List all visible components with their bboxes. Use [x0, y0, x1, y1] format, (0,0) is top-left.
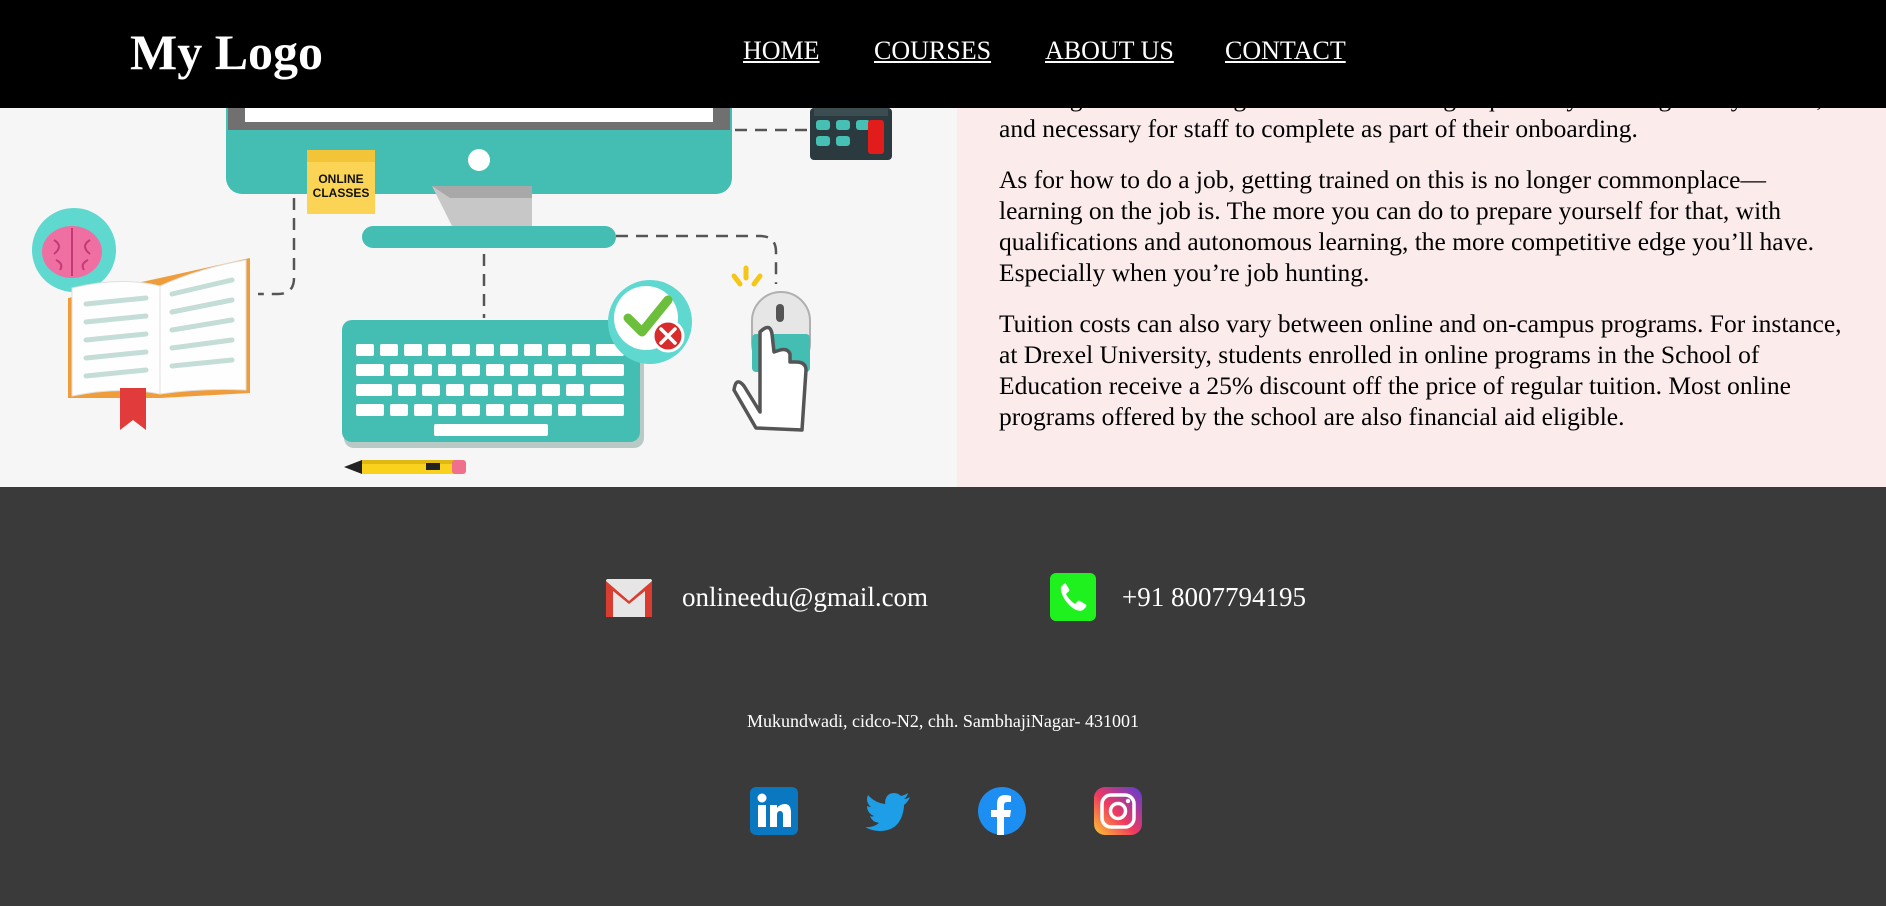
social-links [0, 787, 1886, 837]
svg-text:CLASSES: CLASSES [313, 186, 370, 200]
mail-icon[interactable] [604, 573, 654, 623]
instagram-icon[interactable] [1094, 787, 1142, 835]
email-text[interactable]: onlineedu@gmail.com [682, 581, 928, 613]
phone-text[interactable]: +91 8007794195 [1122, 581, 1306, 613]
book-icon [68, 258, 250, 430]
content-section: ONLINE CLASSES and necessary for staff t… [0, 108, 1886, 487]
address-text: Mukundwadi, cidco-N2, chh. SambhajiNagar… [746, 711, 1140, 731]
mouse-click-icon [731, 265, 811, 432]
paragraph-job: As for how to do a job, getting trained … [999, 165, 1815, 287]
twitter-icon[interactable] [864, 787, 912, 835]
brain-icon [32, 208, 116, 292]
paragraph-tuition: Tuition costs can also vary between onli… [999, 309, 1842, 431]
nav-courses[interactable]: COURSES [874, 34, 991, 68]
facebook-icon[interactable] [978, 787, 1026, 835]
linkedin-icon[interactable] [750, 787, 798, 835]
nav-about-us[interactable]: ABOUT US [1045, 34, 1174, 68]
paragraph-training: learning as core training. The sort of t… [999, 108, 1823, 143]
keyboard-icon [342, 320, 644, 448]
monitor-icon [226, 108, 732, 248]
phone-icon[interactable] [1050, 573, 1096, 621]
article-text: learning as core training. The sort of t… [999, 108, 1849, 452]
site-header: My Logo HOME COURSES ABOUT US CONTACT [0, 0, 1886, 108]
svg-text:ONLINE: ONLINE [318, 172, 363, 186]
nav-contact[interactable]: CONTACT [1225, 34, 1346, 68]
site-footer: onlineedu@gmail.com +91 8007794195 Mukun… [0, 487, 1886, 906]
site-logo[interactable]: My Logo [130, 22, 323, 82]
contact-row: onlineedu@gmail.com +91 8007794195 [0, 573, 1886, 623]
nav-home[interactable]: HOME [743, 34, 820, 68]
check-badge-icon [608, 280, 692, 364]
online-classes-illustration: ONLINE CLASSES [0, 108, 957, 487]
calculator-icon [810, 108, 892, 160]
sticky-note-icon: ONLINE CLASSES [307, 150, 375, 214]
pencil-icon [344, 460, 466, 474]
